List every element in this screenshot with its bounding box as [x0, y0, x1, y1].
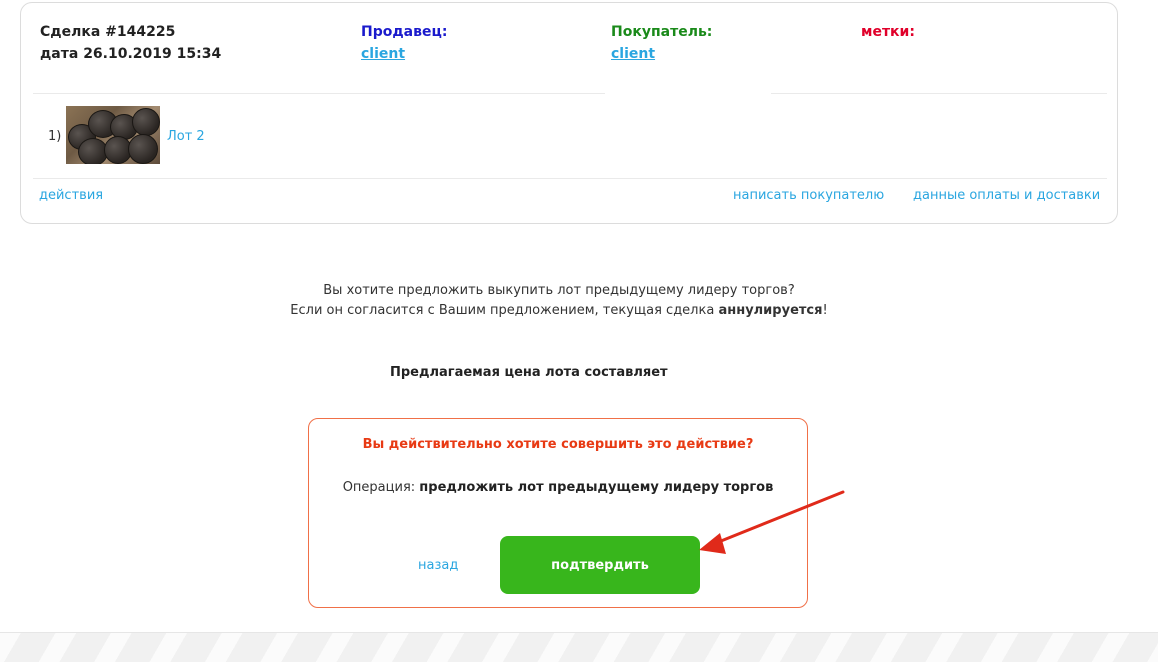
coin-shape	[132, 108, 160, 136]
tags-label: метки:	[861, 24, 915, 40]
proposed-price-text: Предлагаемая цена лота составляет	[390, 365, 668, 380]
seller-link[interactable]: client	[361, 46, 405, 62]
confirm-title: Вы действительно хотите совершить это де…	[362, 437, 754, 452]
confirm-button[interactable]: подтвердить	[500, 536, 700, 594]
lot-number: 1)	[48, 129, 62, 144]
deal-card: Сделка #144225 дата 26.10.2019 15:34 Про…	[20, 2, 1118, 224]
divider	[33, 178, 1107, 179]
buyer-label: Покупатель:	[611, 24, 713, 40]
divider	[771, 93, 1107, 94]
confirm-dialog: Вы действительно хотите совершить это де…	[308, 418, 808, 608]
payment-delivery-link[interactable]: данные оплаты и доставки	[913, 188, 1100, 203]
deal-id: Сделка #144225	[40, 24, 176, 40]
footer-pattern	[0, 632, 1158, 662]
operation-label: Операция:	[342, 480, 420, 495]
lot-thumbnail-coins-photo[interactable]	[66, 106, 160, 164]
coin-shape	[128, 134, 158, 164]
divider	[33, 93, 605, 94]
actions-link[interactable]: действия	[39, 188, 103, 203]
write-buyer-link[interactable]: написать покупателю	[733, 188, 884, 203]
lot-link[interactable]: Лот 2	[167, 129, 205, 144]
footer-pattern-texture	[0, 633, 1158, 662]
offer-warning-text: Если он согласится с Вашим предложением,…	[290, 303, 719, 318]
back-link[interactable]: назад	[418, 558, 458, 573]
offer-warning-end: !	[822, 303, 828, 318]
offer-question: Вы хотите предложить выкупить лот предыд…	[323, 283, 795, 298]
operation-line: Операция: предложить лот предыдущему лид…	[309, 480, 807, 495]
deal-date: дата 26.10.2019 15:34	[40, 46, 222, 62]
offer-warning: Если он согласится с Вашим предложением,…	[0, 303, 1118, 318]
offer-warning-emphasis: аннулируется	[718, 303, 823, 318]
buyer-link[interactable]: client	[611, 46, 655, 62]
seller-label: Продавец:	[361, 24, 448, 40]
operation-value: предложить лот предыдущему лидеру торгов	[419, 480, 774, 495]
